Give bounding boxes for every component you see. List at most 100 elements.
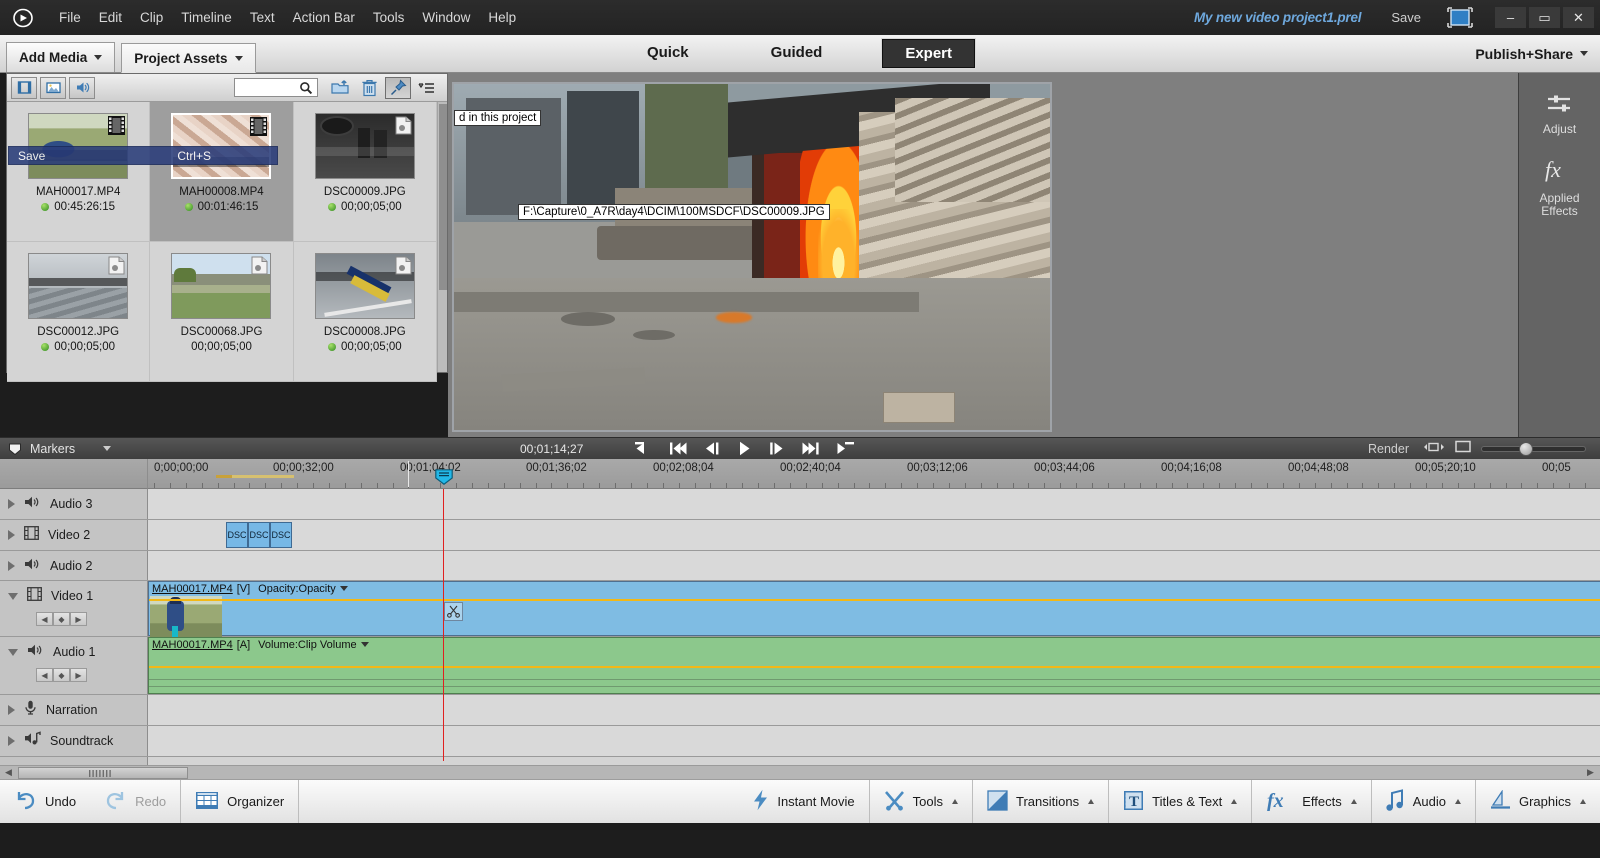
step-forward-icon[interactable] xyxy=(769,442,784,455)
graphics-button[interactable]: Graphics xyxy=(1476,780,1600,824)
track-header[interactable]: Video 1 ◀ ◆ ▶ xyxy=(0,581,148,636)
chevron-up-icon[interactable] xyxy=(1454,799,1461,804)
menu-action-bar[interactable]: Action Bar xyxy=(284,6,364,29)
clip-effect-menu[interactable]: Opacity:Opacity xyxy=(258,583,348,595)
chevron-up-icon[interactable] xyxy=(1350,799,1357,804)
add-media-button[interactable]: Add Media xyxy=(6,42,116,72)
keyframe-nav[interactable]: ◀ ◆ ▶ xyxy=(36,668,147,682)
track-header[interactable]: Soundtrack xyxy=(0,726,148,756)
go-to-out-point-icon[interactable] xyxy=(837,442,855,455)
delete-icon[interactable] xyxy=(356,77,382,99)
organizer-button[interactable]: Organizer xyxy=(181,780,298,824)
menu-bar[interactable]: File Edit Clip Timeline Text Action Bar … xyxy=(50,6,525,29)
opacity-rubberband[interactable] xyxy=(149,599,1600,601)
go-to-next-edit-icon[interactable] xyxy=(802,442,820,455)
tools-button[interactable]: Tools xyxy=(870,780,972,824)
adjust-button[interactable]: Adjust xyxy=(1519,93,1600,136)
chevron-down-icon[interactable] xyxy=(103,446,112,451)
timeline-clip-audio1[interactable]: MAH00017.MP4 [A] Volume:Clip Volume xyxy=(148,637,1600,694)
work-area-bar[interactable] xyxy=(148,474,1600,479)
menu-text[interactable]: Text xyxy=(241,6,284,29)
split-clip-indicator[interactable] xyxy=(444,602,463,621)
search-input[interactable] xyxy=(234,78,318,97)
clip-effect-menu[interactable]: Volume:Clip Volume xyxy=(258,639,369,651)
save-button[interactable]: Save xyxy=(1391,10,1421,25)
screen-mode-icon[interactable] xyxy=(1446,7,1474,29)
chevron-up-icon[interactable] xyxy=(952,799,959,804)
track-lane[interactable] xyxy=(148,551,1600,580)
mic-icon[interactable] xyxy=(24,700,37,720)
panel-menu-icon[interactable] xyxy=(414,77,440,99)
scrollbar-thumb[interactable] xyxy=(439,104,447,290)
transitions-button[interactable]: Transitions xyxy=(973,780,1108,824)
track-header[interactable]: Audio 1 ◀ ◆ ▶ xyxy=(0,637,148,694)
preview-monitor[interactable]: d in this project F:\Capture\0_A7R\day4\… xyxy=(452,82,1052,432)
asset-item[interactable]: DSC00068.JPG 00;00;05;00 xyxy=(150,242,294,382)
asset-item[interactable]: DSC00009.JPG 00;00;05;00 xyxy=(293,102,437,242)
timeline-horizontal-scrollbar[interactable]: ◀ ▶ xyxy=(0,765,1600,779)
scroll-right-arrow[interactable]: ▶ xyxy=(1582,766,1599,779)
timeline-clip[interactable]: DSC xyxy=(248,522,270,548)
step-back-icon[interactable] xyxy=(705,442,720,455)
markers-bar[interactable]: Markers xyxy=(0,437,448,459)
track-lane[interactable] xyxy=(148,695,1600,725)
add-keyframe-button[interactable]: ◆ xyxy=(53,668,70,682)
render-label[interactable]: Render xyxy=(1368,442,1409,456)
playhead-handle[interactable] xyxy=(435,469,453,485)
timeline-clip-video1[interactable]: MAH00017.MP4 [V] Opacity:Opacity xyxy=(148,581,1600,637)
safe-margins-icon[interactable] xyxy=(1423,440,1445,458)
disclosure-triangle-icon[interactable] xyxy=(8,648,18,656)
project-assets-tab[interactable]: Project Assets xyxy=(121,43,256,73)
menu-file[interactable]: File xyxy=(50,6,90,29)
disclosure-triangle-icon[interactable] xyxy=(8,592,18,600)
tab-quick[interactable]: Quick xyxy=(625,39,711,68)
search-field[interactable] xyxy=(237,81,299,94)
chevron-down-icon[interactable] xyxy=(339,586,348,591)
tab-guided[interactable]: Guided xyxy=(749,39,845,68)
asset-item[interactable]: DSC00012.JPG 00;00;05;00 xyxy=(7,242,151,382)
chevron-up-icon[interactable] xyxy=(1231,799,1238,804)
new-folder-icon[interactable] xyxy=(327,77,353,99)
track-lane[interactable]: DSC DSC DSC xyxy=(148,520,1600,550)
applied-effects-button[interactable]: fx Applied Effects xyxy=(1519,156,1600,218)
audio-filter-icon[interactable] xyxy=(69,76,95,99)
film-icon[interactable] xyxy=(24,525,39,545)
disclosure-triangle-icon[interactable] xyxy=(8,499,15,509)
asset-item[interactable]: MAH00008.MP4 00:01:46:15 xyxy=(150,102,294,242)
publish-share-button[interactable]: Publish+Share xyxy=(1475,46,1588,62)
speaker-icon[interactable] xyxy=(24,495,41,514)
window-maximize-button[interactable]: ▭ xyxy=(1529,7,1560,28)
effects-button[interactable]: fx Effects xyxy=(1252,780,1371,824)
track-header[interactable]: Narration xyxy=(0,695,148,725)
assets-vertical-scrollbar[interactable] xyxy=(437,102,447,372)
scrollbar-thumb[interactable] xyxy=(18,767,188,779)
go-to-previous-edit-icon[interactable] xyxy=(670,442,687,455)
track-header[interactable]: Audio 2 xyxy=(0,551,148,580)
track-header[interactable]: Audio 3 xyxy=(0,489,148,519)
menu-edit[interactable]: Edit xyxy=(90,6,131,29)
menu-window[interactable]: Window xyxy=(413,6,479,29)
chevron-up-icon[interactable] xyxy=(1088,799,1095,804)
redo-button[interactable]: Redo xyxy=(90,780,180,824)
tab-expert[interactable]: Expert xyxy=(882,39,976,68)
asset-item[interactable]: MAH00017.MP4 00:45:26:15 xyxy=(7,102,151,242)
scroll-left-arrow[interactable]: ◀ xyxy=(0,766,17,779)
track-header[interactable]: Video 2 xyxy=(0,520,148,550)
pin-icon[interactable] xyxy=(385,76,411,99)
add-keyframe-button[interactable]: ◆ xyxy=(53,612,70,626)
chevron-up-icon[interactable] xyxy=(1580,799,1586,804)
menu-help[interactable]: Help xyxy=(479,6,525,29)
keyframe-nav[interactable]: ◀ ◆ ▶ xyxy=(36,612,147,626)
window-close-button[interactable]: ✕ xyxy=(1563,7,1594,28)
film-icon[interactable] xyxy=(27,586,42,606)
current-timecode[interactable]: 00;01;14;27 xyxy=(520,442,583,456)
track-lane[interactable] xyxy=(148,726,1600,756)
photo-filter-icon[interactable] xyxy=(40,76,66,99)
previous-keyframe-button[interactable]: ◀ xyxy=(36,612,53,626)
track-lane[interactable]: MAH00017.MP4 [A] Volume:Clip Volume xyxy=(148,637,1600,694)
disclosure-triangle-icon[interactable] xyxy=(8,530,15,540)
track-lane[interactable]: MAH00017.MP4 [V] Opacity:Opacity xyxy=(148,581,1600,637)
timeline-clip[interactable]: DSC xyxy=(226,522,248,548)
menu-clip[interactable]: Clip xyxy=(131,6,172,29)
menu-tools[interactable]: Tools xyxy=(364,6,414,29)
